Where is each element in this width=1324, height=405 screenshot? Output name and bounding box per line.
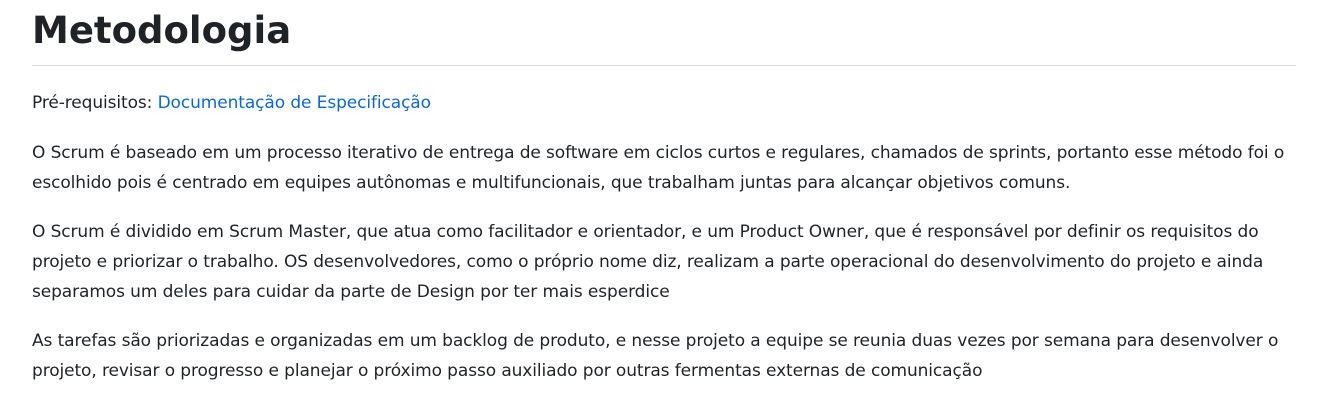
paragraph-scrum-roles: O Scrum é dividido em Scrum Master, que … [32,222,1264,302]
paragraph-scrum-overview: O Scrum é baseado em um processo iterati… [32,143,1285,193]
prerequisites-label: Pré-requisitos: [32,93,158,113]
prerequisites-line: Pré-requisitos: Documentação de Especifi… [32,88,1296,118]
specification-doc-link[interactable]: Documentação de Especificação [158,93,431,113]
section-heading: Metodologia [32,0,1296,66]
markdown-document: Metodologia Pré-requisitos: Documentação… [32,0,1296,386]
paragraph-backlog: As tarefas são priorizadas e organizadas… [32,331,1279,381]
